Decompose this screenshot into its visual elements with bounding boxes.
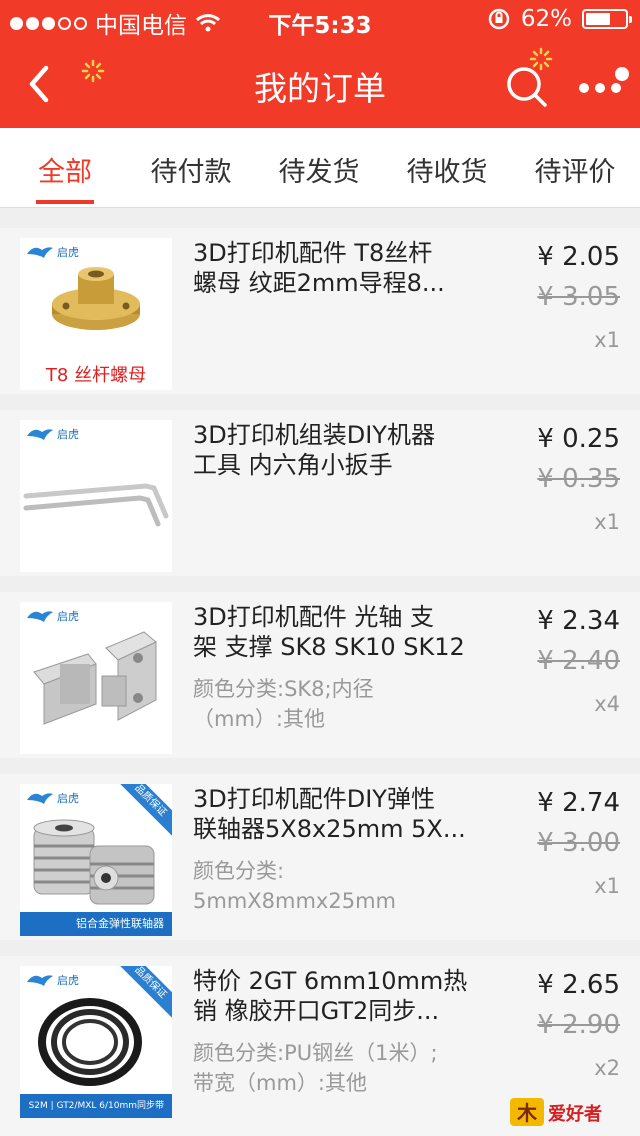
- tab-pending-shipment[interactable]: 待发货: [264, 150, 374, 189]
- shaft-support-image: [33, 631, 157, 725]
- product-name[interactable]: 3D打印机配件DIY弹性 联轴器5X8x25mm 5X...: [193, 784, 493, 844]
- current-price: ¥ 0.25: [537, 424, 620, 454]
- current-price: ¥ 2.05: [537, 242, 620, 272]
- app-header: 中国电信 下午5:33 62% 我的订单: [0, 0, 640, 128]
- nav-bar: 我的订单: [0, 40, 640, 128]
- quantity: x1: [594, 510, 620, 534]
- svg-text:木: 木: [516, 1101, 538, 1125]
- product-name[interactable]: 特价 2GT 6mm10mm热 销 橡胶开口GT2同步...: [193, 966, 493, 1026]
- thumbnail-banner: 铝合金弹性联轴器: [20, 912, 172, 936]
- status-bar: 中国电信 下午5:33 62%: [0, 0, 640, 40]
- product-name[interactable]: 3D打印机组装DIY机器 工具 内六角小扳手: [193, 420, 493, 480]
- product-thumbnail[interactable]: 启虎 品质保证 铝合金弹性联轴器: [20, 784, 172, 936]
- tab-pending-payment[interactable]: 待付款: [136, 150, 246, 189]
- order-status-tabs: 全部 待付款 待发货 待收货 待评价: [0, 128, 640, 208]
- product-name[interactable]: 3D打印机配件 T8丝杆 螺母 纹距2mm导程8...: [193, 238, 493, 298]
- rotation-lock-icon: [488, 8, 510, 30]
- loading-spinner-icon: [529, 47, 553, 71]
- original-price: ¥ 0.35: [537, 464, 620, 494]
- quantity: x4: [594, 692, 620, 716]
- battery-percent: 62%: [520, 6, 572, 32]
- hex-wrench-image: [23, 483, 169, 527]
- battery-icon: [582, 9, 632, 29]
- quantity: x1: [594, 874, 620, 898]
- thumbnail-caption: T8 丝杆螺母: [45, 365, 147, 386]
- order-item[interactable]: 启虎 3D打印机组装DIY机器 工具 内六角小扳手 ¥ 0.25 ¥ 0.35 …: [0, 410, 640, 576]
- thumbnail-banner: S2M | GT2/MXL 6/10mm同步带: [20, 1094, 172, 1118]
- more-options-icon[interactable]: [576, 66, 632, 106]
- product-thumbnail[interactable]: 启虎: [20, 420, 172, 572]
- sku-description: 颜色分类:PU钢丝（1米）; 带宽（mm）:其他: [193, 1041, 438, 1095]
- sku-description: 颜色分类: 5mmX8mmx25mm: [193, 859, 396, 913]
- product-thumbnail[interactable]: 启虎 T8 丝杆螺母: [20, 238, 172, 390]
- sku-description: 颜色分类:SK8;内径 （mm）:其他: [193, 677, 374, 731]
- current-price: ¥ 2.34: [537, 606, 620, 636]
- original-price: ¥ 2.90: [537, 1010, 620, 1040]
- product-thumbnail[interactable]: 启虎 品质保证 S2M | GT2/MXL 6/10mm同步带: [20, 966, 172, 1118]
- tab-pending-receipt[interactable]: 待收货: [392, 150, 502, 189]
- current-price: ¥ 2.74: [537, 788, 620, 818]
- original-price: ¥ 2.40: [537, 646, 620, 676]
- tab-pending-review[interactable]: 待评价: [520, 150, 630, 189]
- order-item[interactable]: 启虎 品质保证 铝合金弹性联轴器 3D打印机配件DIY弹性 联轴器5X8x25m…: [0, 774, 640, 940]
- watermark-text: 爱好者: [548, 1103, 602, 1125]
- active-tab-indicator: [36, 200, 94, 204]
- order-item[interactable]: 启虎 T8 丝杆螺母 3D打印机配件 T8丝杆 螺母 纹距2mm导程8... ¥…: [0, 228, 640, 394]
- quantity: x2: [594, 1056, 620, 1080]
- order-item[interactable]: 启虎 3D打印机配件 光轴 支 架 支撑 SK8 SK10 SK12 颜色分类:…: [0, 592, 640, 758]
- original-price: ¥ 3.00: [537, 828, 620, 858]
- quantity: x1: [594, 328, 620, 352]
- product-thumbnail[interactable]: 启虎: [20, 602, 172, 754]
- site-watermark-logo: 木 爱好者: [510, 1098, 602, 1126]
- current-price: ¥ 2.65: [537, 970, 620, 1000]
- status-right: 62%: [487, 6, 632, 32]
- original-price: ¥ 3.05: [537, 282, 620, 312]
- product-name[interactable]: 3D打印机配件 光轴 支 架 支撑 SK8 SK10 SK12: [193, 602, 493, 662]
- tab-all[interactable]: 全部: [10, 150, 120, 189]
